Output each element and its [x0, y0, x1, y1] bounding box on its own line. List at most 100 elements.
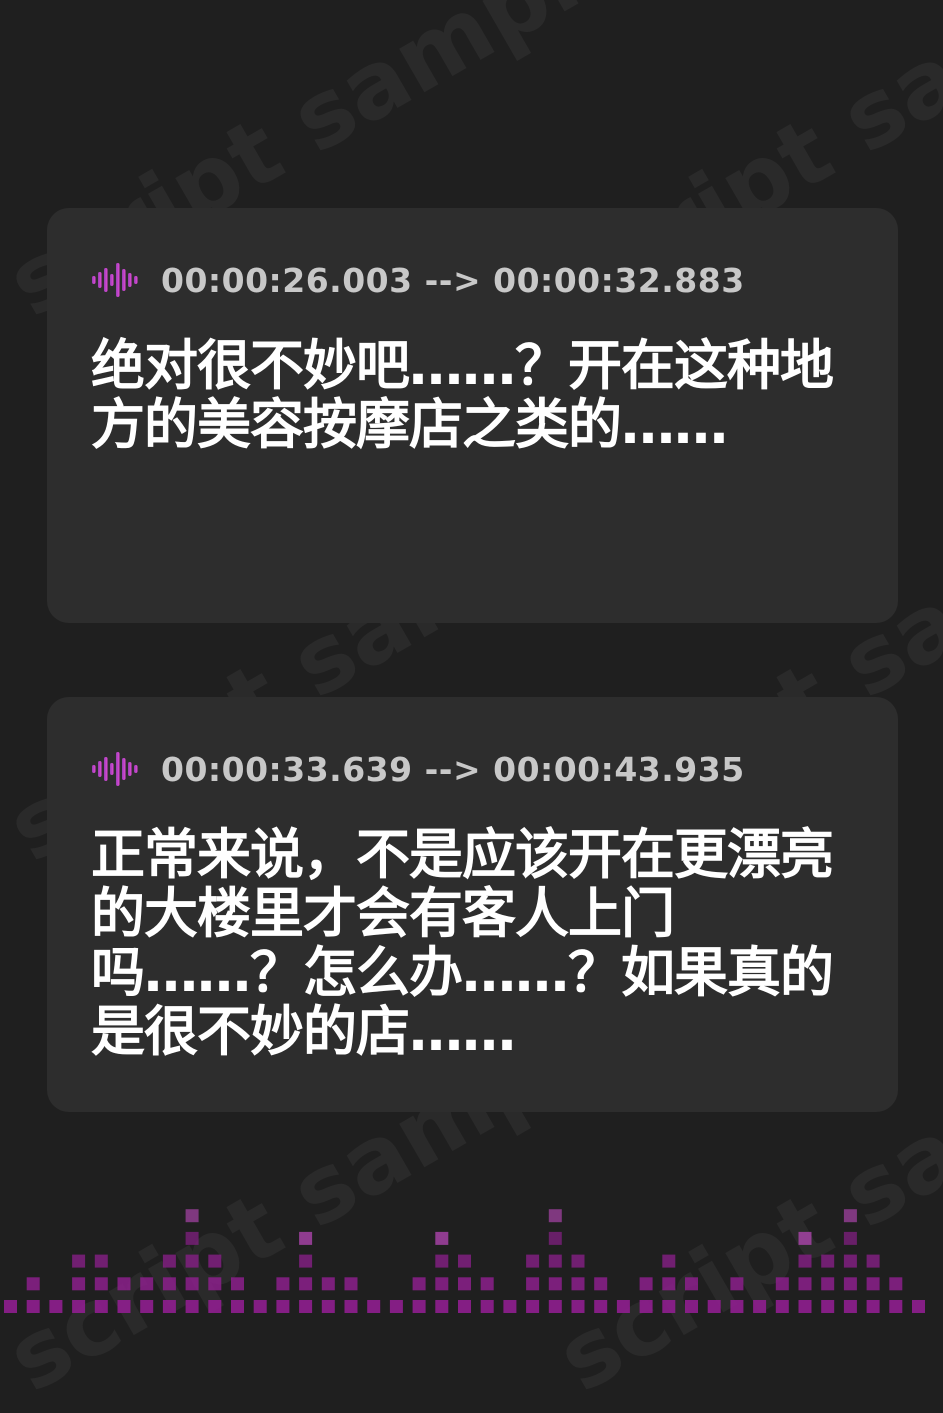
equalizer-pixel	[548, 1300, 562, 1313]
equalizer-pixel	[162, 1254, 176, 1268]
equalizer-pixel	[480, 1300, 494, 1313]
equalizer-pixel	[889, 1277, 903, 1291]
equalizer-pixel	[321, 1300, 335, 1313]
equalizer-pixel	[843, 1231, 857, 1245]
equalizer-pixel	[389, 1300, 403, 1313]
timestamp-row: 00:00:26.003 --> 00:00:32.883	[91, 258, 854, 302]
equalizer-pixel	[117, 1277, 131, 1291]
equalizer-pixel	[526, 1300, 540, 1313]
equalizer-pixel	[571, 1254, 585, 1268]
equalizer-pixel	[685, 1277, 698, 1291]
audio-wave-icon	[92, 752, 138, 786]
equalizer-pixel	[458, 1300, 471, 1313]
timestamp-row: 00:00:33.639 --> 00:00:43.935	[91, 747, 854, 791]
timestamp: 00:00:33.639 --> 00:00:43.935	[161, 749, 745, 789]
equalizer-pixel	[526, 1254, 540, 1268]
equalizer-pixel	[821, 1277, 835, 1291]
equalizer-pixel	[753, 1300, 767, 1313]
equalizer-pixel	[798, 1231, 812, 1245]
equalizer-pixel	[276, 1300, 290, 1313]
equalizer-pixel	[866, 1300, 880, 1313]
equalizer-pixel	[912, 1300, 925, 1313]
equalizer-pixel	[412, 1277, 426, 1291]
subtitle-card: 00:00:33.639 --> 00:00:43.935 正常来说，不是应该开…	[47, 697, 898, 1112]
equalizer-pixel	[208, 1277, 222, 1291]
equalizer-pixel	[208, 1300, 222, 1313]
audio-wave-icon	[92, 263, 138, 297]
subtitle-text: 正常来说，不是应该开在更漂亮的大楼里才会有客人上门吗……？怎么办……？如果真的是…	[91, 823, 834, 1063]
equalizer-pixel	[185, 1300, 199, 1313]
subtitle-text: 绝对很不妙吧……？开在这种地方的美容按摩店之类的……	[91, 334, 834, 456]
equalizer-pixel	[866, 1277, 880, 1291]
equalizer-pixel	[185, 1254, 199, 1268]
timestamp: 00:00:26.003 --> 00:00:32.883	[161, 260, 745, 300]
equalizer-pixel	[344, 1300, 358, 1313]
equalizer-pixel	[26, 1300, 40, 1313]
equalizer-pixel	[639, 1277, 653, 1291]
equalizer-pixel	[616, 1300, 630, 1313]
equalizer-pixel	[185, 1231, 199, 1245]
equalizer-pixel	[798, 1254, 812, 1268]
equalizer-pixel	[526, 1277, 540, 1291]
equalizer-pixel	[162, 1277, 176, 1291]
equalizer-pixel	[412, 1300, 426, 1313]
equalizer-pixel	[866, 1254, 880, 1268]
equalizer-pixel	[662, 1254, 676, 1268]
equalizer-pixel	[94, 1277, 108, 1291]
equalizer-pixel	[843, 1254, 857, 1268]
equalizer-pixel	[344, 1277, 358, 1291]
equalizer-pixel	[321, 1277, 335, 1291]
equalizer-pixel	[548, 1254, 562, 1268]
equalizer-pixel	[843, 1209, 857, 1223]
equalizer-pixel	[571, 1277, 585, 1291]
equalizer-pixel	[730, 1277, 744, 1291]
equalizer-pixel	[685, 1300, 698, 1313]
equalizer-pixel	[843, 1300, 857, 1313]
equalizer-pixel	[72, 1254, 86, 1268]
equalizer-pixel	[26, 1277, 40, 1291]
equalizer-pixel	[299, 1277, 313, 1291]
subtitle-card: 00:00:26.003 --> 00:00:32.883 绝对很不妙吧……？开…	[47, 208, 898, 623]
equalizer-pixel	[458, 1254, 471, 1268]
equalizer-pixel	[94, 1300, 108, 1313]
equalizer-pixel	[72, 1277, 86, 1291]
equalizer-pixel	[231, 1277, 244, 1291]
equalizer-pixel	[299, 1231, 313, 1245]
equalizer-pixel	[231, 1300, 244, 1313]
equalizer-pixel	[480, 1277, 494, 1291]
equalizer-pixel	[798, 1277, 812, 1291]
equalizer-pixel	[435, 1300, 449, 1313]
equalizer-pixel	[730, 1300, 744, 1313]
equalizer-pixel	[548, 1277, 562, 1291]
equalizer-pixel	[94, 1254, 108, 1268]
equalizer-pixel	[503, 1300, 517, 1313]
equalizer-pixel	[798, 1300, 812, 1313]
equalizer-pixel	[594, 1277, 608, 1291]
equalizer-pixel	[662, 1300, 676, 1313]
equalizer-pixel	[299, 1254, 313, 1268]
equalizer-pixel	[208, 1254, 222, 1268]
equalizer-pixel	[548, 1209, 562, 1223]
equalizer-pixel	[72, 1300, 86, 1313]
equalizer-pixel	[253, 1300, 267, 1313]
equalizer-pixel	[707, 1300, 721, 1313]
equalizer-pixel	[435, 1277, 449, 1291]
equalizer-pixel	[367, 1300, 381, 1313]
equalizer-pixel	[662, 1277, 676, 1291]
equalizer-pixel	[889, 1300, 903, 1313]
equalizer-pixel	[117, 1300, 131, 1313]
equalizer-pixel	[775, 1277, 789, 1291]
equalizer-pixel	[276, 1277, 290, 1291]
equalizer-pixel	[162, 1300, 176, 1313]
equalizer-pixel	[821, 1300, 835, 1313]
equalizer-decoration	[4, 1209, 925, 1313]
equalizer-pixel	[4, 1300, 17, 1313]
equalizer-pixel	[299, 1300, 313, 1313]
equalizer-pixel	[821, 1254, 835, 1268]
equalizer-pixel	[185, 1209, 199, 1223]
equalizer-pixel	[140, 1300, 154, 1313]
equalizer-pixel	[435, 1231, 449, 1245]
equalizer-pixel	[843, 1277, 857, 1291]
equalizer-pixel	[458, 1277, 471, 1291]
equalizer-pixel	[548, 1231, 562, 1245]
